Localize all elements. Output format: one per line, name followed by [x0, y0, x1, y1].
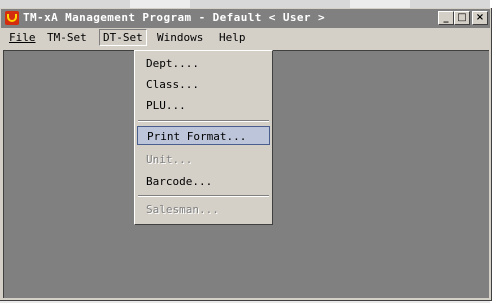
- menu-file[interactable]: File: [9, 30, 36, 46]
- menu-separator: [138, 120, 269, 122]
- menu-help-label: Help: [219, 31, 246, 44]
- menu-tm-set-label: TM-Set: [47, 31, 87, 44]
- menu-bar: File TM-Set DT-Set Windows Help: [1, 28, 490, 48]
- background-strip: [0, 0, 498, 8]
- menu-tm-set[interactable]: TM-Set: [47, 30, 87, 46]
- menu-item-class[interactable]: Class...: [137, 75, 270, 94]
- background-block: [0, 0, 130, 8]
- menu-separator: [138, 195, 269, 197]
- window-title: TM-xA Management Program - Default < Use…: [23, 11, 325, 24]
- maximize-button[interactable]: □: [454, 11, 470, 25]
- close-button[interactable]: ×: [472, 11, 488, 25]
- menu-item-salesman-label: Salesman...: [146, 203, 219, 216]
- menu-item-unit: Unit...: [137, 150, 270, 169]
- background-block: [190, 0, 350, 8]
- menu-item-salesman: Salesman...: [137, 200, 270, 219]
- menu-dt-set[interactable]: DT-Set: [99, 29, 147, 46]
- app-logo-icon[interactable]: [5, 11, 19, 25]
- menu-item-class-label: Class...: [146, 78, 199, 91]
- title-bar[interactable]: TM-xA Management Program - Default < Use…: [1, 9, 490, 28]
- background-block: [410, 0, 490, 8]
- menu-help[interactable]: Help: [219, 30, 246, 46]
- menu-file-label: File: [9, 31, 36, 44]
- menu-item-unit-label: Unit...: [146, 153, 193, 166]
- menu-windows-label: Windows: [157, 31, 204, 44]
- menu-item-barcode-label: Barcode...: [146, 175, 213, 188]
- menu-item-print-format-label: Print Format...: [147, 130, 247, 143]
- menu-item-plu-label: PLU...: [146, 99, 186, 112]
- menu-item-print-format[interactable]: Print Format...: [137, 126, 270, 145]
- minimize-button[interactable]: _: [438, 11, 454, 25]
- menu-dt-set-label: DT-Set: [103, 31, 143, 44]
- dt-set-dropdown-menu: Dept.... Class... PLU... Print Format...…: [134, 50, 273, 225]
- menu-item-plu[interactable]: PLU...: [137, 96, 270, 115]
- menu-item-dept-label: Dept....: [146, 57, 199, 70]
- menu-windows[interactable]: Windows: [157, 30, 203, 46]
- menu-item-dept[interactable]: Dept....: [137, 54, 270, 73]
- menu-item-barcode[interactable]: Barcode...: [137, 172, 270, 191]
